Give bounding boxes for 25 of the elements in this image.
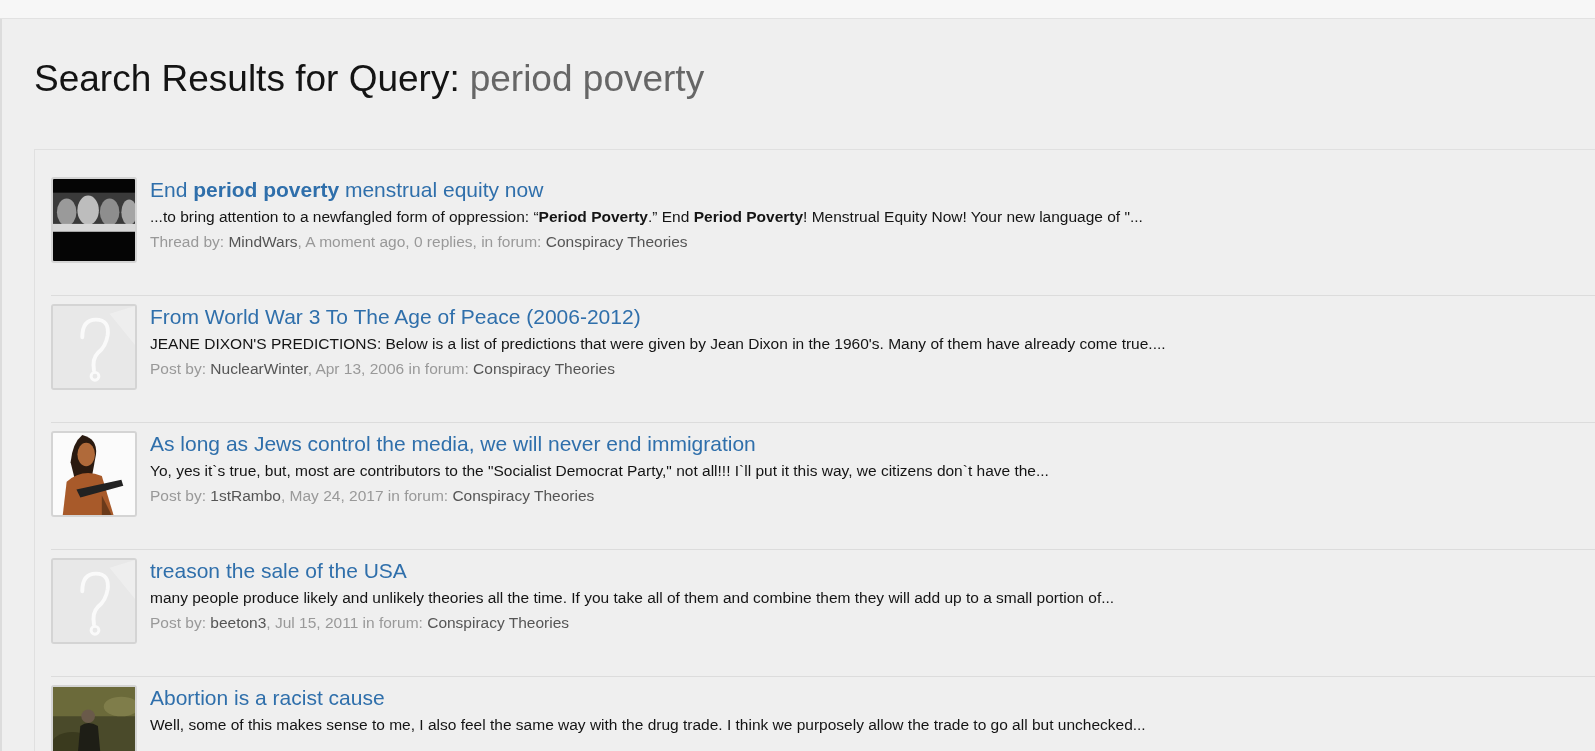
result-snippet: JEANE DIXON'S PREDICTIONS: Below is a list of predictions that were given by Jean Dixon in the 1960's. Many of them have already come true.... [150, 334, 1166, 354]
forum-link[interactable]: Conspiracy Theories [427, 614, 570, 631]
forum-link[interactable]: Conspiracy Theories [545, 233, 688, 250]
author-link[interactable]: NuclearWinter [210, 360, 308, 377]
result-meta: Post by: beeton3, Jul 15, 2011 in forum: Conspiracy Theories [150, 613, 570, 633]
author-link[interactable]: MindWars [228, 233, 298, 250]
result-snippet: Yo, yes it`s true, but, most are contributors to the "Socialist Democrat Party," not all!!! I`ll put it this way, we citizens don`t have the... [150, 461, 1049, 481]
author-link[interactable]: 1stRambo [210, 487, 281, 504]
result-title-link[interactable]: Abortion is a racist cause [150, 685, 385, 711]
result-title-link[interactable]: As long as Jews control the media, we will never end immigration [150, 431, 756, 457]
question-mark-avatar-icon [51, 304, 137, 390]
question-mark-avatar-icon [51, 558, 137, 644]
result-title-link[interactable]: End period poverty menstrual equity now [150, 177, 544, 203]
result-meta: Post by: 1stRambo, May 24, 2017 in forum: Conspiracy Theories [150, 486, 595, 506]
result-snippet: ...to bring attention to a newfangled form of oppression: “Period Poverty.” End Period Poverty! Menstrual Equity Now! Your new language of "... [150, 207, 1143, 227]
result-meta: Post by: NuclearWinter, Apr 13, 2006 in forum: Conspiracy Theories [150, 359, 615, 379]
result-snippet: Well, some of this makes sense to me, I also feel the same way with the drug trade. I think we purposely allow the trade to go all but unchecked... [150, 715, 1146, 735]
result-snippet: many people produce likely and unlikely theories all the time. If you take all of them and combine them they will add up to a small portion of... [150, 588, 1115, 608]
result-title-link[interactable]: treason the sale of the USA [150, 558, 407, 584]
result-title-link[interactable]: From World War 3 To The Age of Peace (2006-2012) [150, 304, 641, 330]
page-title: Search Results for Query: [34, 57, 460, 101]
result-meta: Thread by: MindWars, A moment ago, 0 replies, in forum: Conspiracy Theories [150, 232, 688, 252]
search-query: period poverty [469, 57, 705, 101]
forum-link[interactable]: Conspiracy Theories [473, 360, 615, 377]
forum-link[interactable]: Conspiracy Theories [452, 487, 595, 504]
